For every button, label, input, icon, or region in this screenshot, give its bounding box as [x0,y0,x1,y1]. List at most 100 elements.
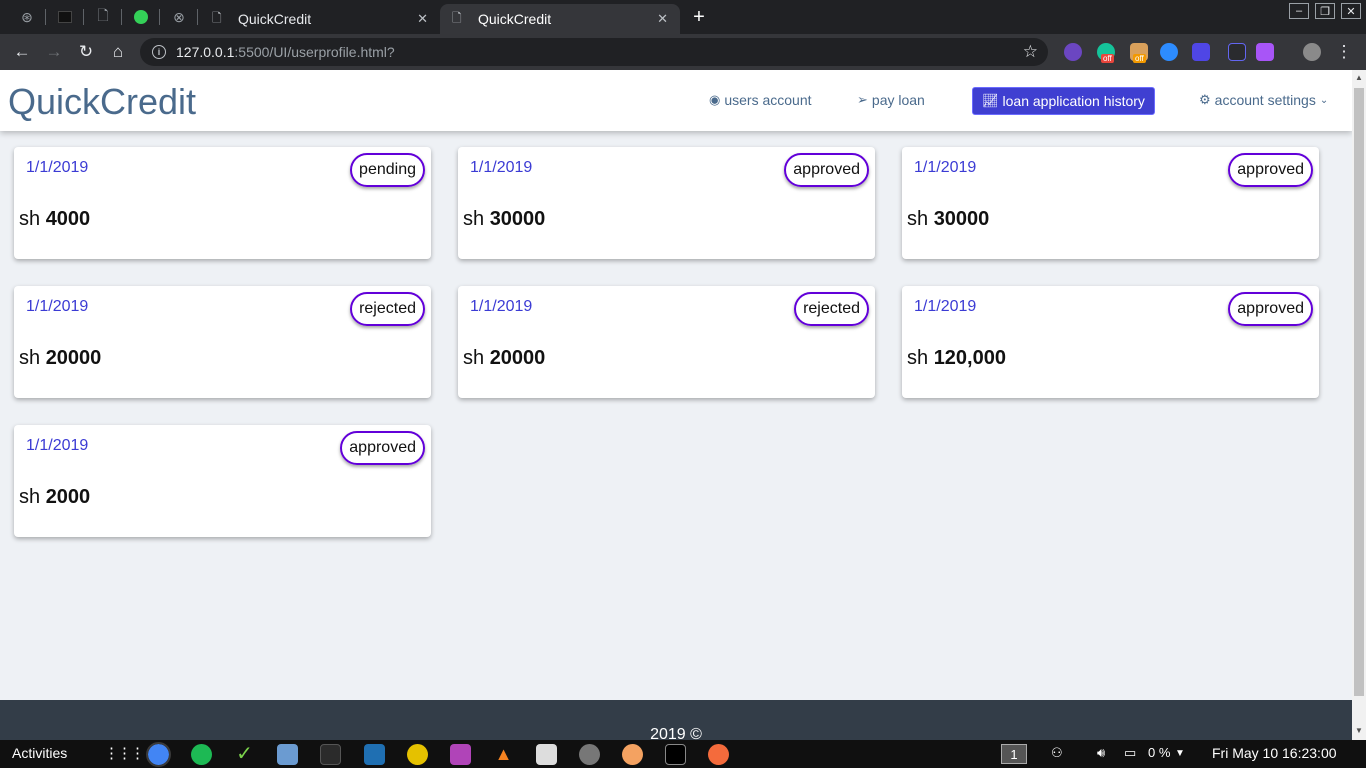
loan-card[interactable]: 1/1/2019 approved sh 120,000 [902,286,1319,398]
nav-pay-loan[interactable]: ➢ pay loan [857,92,925,108]
check-icon[interactable]: ✓ [234,744,255,765]
loan-card[interactable]: 1/1/2019 approved sh 2000 [14,425,431,537]
pinned-tab[interactable]: ⊗ [162,4,196,30]
loan-status-badge: pending [350,153,425,187]
clock[interactable]: Fri May 10 16:23:00 [1212,745,1337,761]
extension-icon[interactable] [1192,43,1210,61]
home-button[interactable]: ⌂ [106,40,130,64]
address-bar[interactable]: i 127.0.0.1:5500/UI/userprofile.html? ☆ [140,38,1048,66]
browser-tab[interactable]: 🗋 QuickCredit ✕ [200,4,440,34]
folder-icon[interactable] [277,744,298,765]
off-badge: off [1101,54,1114,63]
loan-card[interactable]: 1/1/2019 pending sh 4000 [14,147,431,259]
close-icon[interactable]: ✕ [657,11,668,27]
terminal-icon[interactable] [320,744,341,765]
browser-tab-active[interactable]: 🗋 QuickCredit ✕ [440,4,680,34]
tab-divider [197,9,198,25]
page-scrollbar[interactable]: ▲ ▼ [1352,70,1366,740]
info-icon[interactable]: i [152,45,166,59]
reload-button[interactable]: ↻ [74,40,98,64]
loan-amount: sh 4000 [19,208,90,231]
extension-icon[interactable] [1256,43,1274,61]
currency-label: sh [19,486,41,508]
off-badge: off [1133,54,1146,63]
os-taskbar: Activities ⋮⋮⋮ ✓ ▲ 1 ⚇ 🔊︎ ▭ 0 % ▼ Fri Ma… [0,740,1366,768]
workspace-indicator[interactable]: 1 [1001,744,1027,764]
site-footer: 2019 © [0,700,1352,740]
loan-card[interactable]: 1/1/2019 rejected sh 20000 [458,286,875,398]
loan-date: 1/1/2019 [26,437,89,454]
pie-app-icon[interactable] [407,744,428,765]
web-page: QuickCredit ◉ users account ➢ pay loan 📈… [0,70,1352,740]
battery-icon[interactable]: ▭ [1124,745,1136,761]
pinned-tab[interactable] [124,4,158,30]
kebab-menu-icon: ⋮ [1335,42,1353,61]
tab-title: QuickCredit [478,11,552,27]
app-icon[interactable] [622,744,643,765]
tab-divider [83,9,84,25]
profile-avatar[interactable] [1303,43,1321,61]
volume-icon[interactable]: 🔊︎ [1097,745,1105,761]
browser-menu-button[interactable]: ⋮ [1332,40,1356,64]
loan-card[interactable]: 1/1/2019 approved sh 30000 [902,147,1319,259]
postman-icon[interactable] [708,744,729,765]
nav-loan-application-history[interactable]: 📈︎ loan application history [972,87,1155,115]
nav-users-account[interactable]: ◉ users account [709,92,812,108]
pinned-tab[interactable]: ⊛ [10,4,44,30]
loan-card[interactable]: 1/1/2019 approved sh 30000 [458,147,875,259]
nav-account-settings[interactable]: ⚙ account settings ⌄ [1199,92,1328,108]
close-window-button[interactable]: ✕ [1341,3,1361,19]
bookmark-star-icon[interactable]: ☆ [1023,42,1038,62]
vlc-icon[interactable]: ▲ [493,744,514,765]
loan-date: 1/1/2019 [26,159,89,176]
terminal-icon[interactable] [665,744,686,765]
restore-button[interactable]: ❐ [1315,3,1335,19]
pinned-tab[interactable] [48,4,82,30]
loan-status-badge: rejected [350,292,425,326]
url-path: :5500/UI/userprofile.html? [234,44,395,60]
loan-amount: sh 30000 [463,208,545,231]
people-icon[interactable]: ⚇ [1051,745,1063,761]
chrome-icon[interactable] [146,742,171,767]
back-button[interactable]: ← [10,40,34,64]
line-chart-icon: 📈︎ [982,93,999,108]
spotify-icon[interactable] [191,744,212,765]
loan-status-badge: approved [784,153,869,187]
tab-title: QuickCredit [238,11,312,27]
brand-logo[interactable]: QuickCredit [8,81,196,123]
loan-status-badge: approved [340,431,425,465]
font-viewer-icon[interactable] [536,744,557,765]
close-icon[interactable]: ✕ [417,11,428,27]
footer-copyright: 2019 © [650,726,702,740]
new-tab-button[interactable]: + [688,4,710,30]
gear-icon: ⚙ [1199,92,1211,107]
tab-divider [45,9,46,25]
zoom-icon[interactable] [1160,43,1178,61]
minimize-button[interactable]: – [1289,3,1309,19]
reload-icon: ↻ [78,42,94,61]
activities-button[interactable]: Activities [12,745,67,761]
page-icon: 🗋 [212,10,222,25]
forward-button[interactable]: → [42,40,66,64]
extension-icon[interactable] [1064,43,1082,61]
color-picker-icon[interactable] [1228,43,1246,61]
vscode-icon[interactable] [364,744,385,765]
loan-amount: sh 30000 [907,208,989,231]
home-icon: ⌂ [112,42,124,61]
loan-date: 1/1/2019 [914,159,977,176]
settings-icon[interactable] [579,744,600,765]
loan-status-badge: approved [1228,153,1313,187]
document-icon[interactable] [450,744,471,765]
browser-toolbar: ← → ↻ ⌂ i 127.0.0.1:5500/UI/userprofile.… [0,34,1366,70]
settings-icon: ⊛ [21,8,33,25]
scroll-down-icon[interactable]: ▼ [1355,726,1363,735]
close-circle-icon: ⊗ [173,8,185,25]
loan-card[interactable]: 1/1/2019 rejected sh 20000 [14,286,431,398]
amount-value: 120,000 [933,347,1006,369]
currency-label: sh [463,208,485,230]
app-grid-icon[interactable]: ⋮⋮⋮ [104,744,145,762]
scroll-up-icon[interactable]: ▲ [1355,73,1363,82]
pinned-tab[interactable]: 🗋 [86,4,120,30]
chevron-down-icon[interactable]: ▼ [1175,748,1185,759]
scrollbar-thumb[interactable] [1354,88,1364,696]
